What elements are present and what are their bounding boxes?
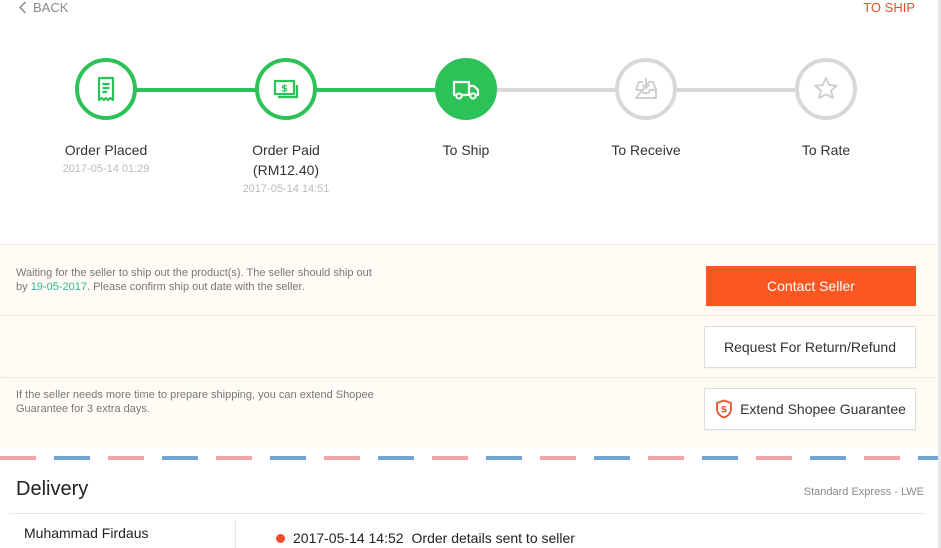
extend-guarantee-row: If the seller needs more time to prepare…: [0, 378, 938, 449]
step-circle: [795, 58, 857, 120]
timeline-text: Order details sent to seller: [411, 530, 575, 546]
step-to-receive: To Receive: [556, 58, 736, 160]
receipt-icon: [97, 76, 115, 102]
step-label: Order Placed: [64, 142, 148, 158]
timeline-time: 2017-05-14 14:52: [293, 530, 404, 546]
step-circle: $: [255, 58, 317, 120]
money-icon: $: [273, 79, 299, 99]
step-to-rate: To Rate: [736, 58, 916, 160]
step-circle: [435, 58, 497, 120]
chevron-left-icon: [19, 1, 26, 14]
step-label: To Ship: [442, 142, 490, 158]
timeline-dot: [276, 533, 285, 543]
top-bar: BACK TO SHIP: [0, 0, 941, 18]
step-order-paid: $ Order Paid (RM12.40) 2017-05-14 14:51: [196, 58, 376, 196]
extend-guarantee-button[interactable]: S Extend Shopee Guarantee: [704, 388, 916, 430]
order-progress-stepper: Order Placed 2017-05-14 01:29 $ Order Pa…: [0, 58, 941, 208]
shield-icon: S: [716, 399, 732, 419]
recipient-name: Muhammad Firdaus: [24, 525, 149, 541]
step-amount: (RM12.40): [252, 162, 320, 178]
step-circle: [75, 58, 137, 120]
back-button[interactable]: BACK: [18, 0, 68, 15]
divider: [9, 513, 926, 514]
step-circle: [615, 58, 677, 120]
contact-seller-button[interactable]: Contact Seller: [706, 266, 916, 306]
column-divider: [235, 520, 236, 548]
star-icon: [814, 77, 838, 100]
truck-icon: [452, 80, 480, 100]
delivery-title: Delivery: [16, 478, 89, 500]
request-refund-button[interactable]: Request For Return/Refund: [704, 326, 916, 368]
step-label: Order Paid: [252, 142, 320, 158]
step-label: To Rate: [801, 142, 851, 158]
svg-text:$: $: [281, 84, 288, 95]
inbox-download-icon: [635, 78, 657, 99]
refund-row: Request For Return/Refund: [0, 316, 938, 378]
ship-deadline-date: 19-05-2017: [30, 281, 87, 293]
step-time: 2017-05-14 14:51: [242, 183, 330, 195]
ship-notice-text: Waiting for the seller to ship out the p…: [16, 267, 372, 293]
envelope-border: [0, 456, 938, 460]
back-label: BACK: [33, 0, 69, 15]
order-notice-panel: Waiting for the seller to ship out the p…: [0, 244, 938, 448]
ship-notice-row: Waiting for the seller to ship out the p…: [0, 245, 938, 316]
extend-guarantee-label: Extend Shopee Guarantee: [740, 401, 906, 417]
step-time: 2017-05-14 01:29: [62, 163, 150, 175]
timeline-item: 2017-05-14 14:52 Order details sent to s…: [276, 530, 575, 546]
svg-text:S: S: [721, 406, 727, 416]
extend-guarantee-text: If the seller needs more time to prepare…: [16, 389, 374, 415]
step-to-ship: To Ship: [376, 58, 556, 160]
order-status: TO SHIP: [863, 0, 915, 15]
shipping-method: Standard Express - LWE: [803, 486, 924, 498]
step-order-placed: Order Placed 2017-05-14 01:29: [16, 58, 196, 176]
step-label: To Receive: [611, 142, 681, 158]
